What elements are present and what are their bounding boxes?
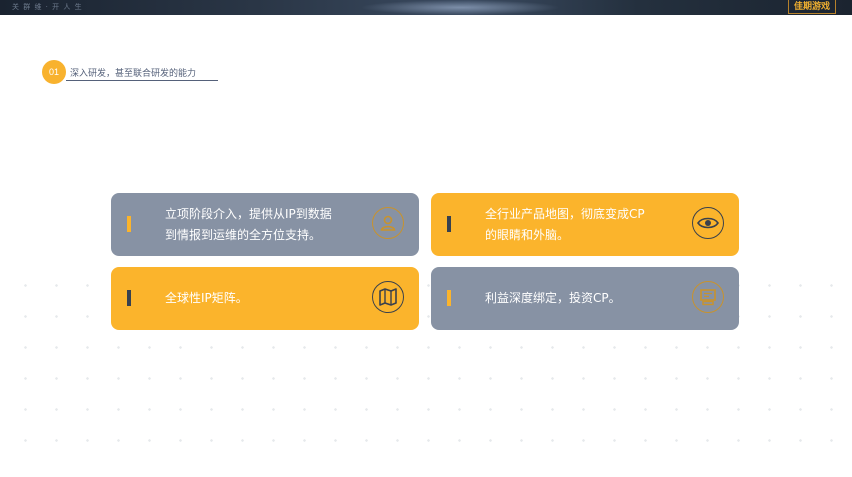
card-text-line1: 利益深度绑定，投资CP。 xyxy=(485,291,621,305)
feature-card-industry-map: 全行业产品地图，彻底变成CP 的眼睛和外脑。 xyxy=(431,193,739,256)
top-banner: 关 群 维 · 开 人 生 佳期游戏 xyxy=(0,0,852,15)
feature-card-ip-support: 立项阶段介入，提供从IP到数据 到情报到运维的全方位支持。 xyxy=(111,193,419,256)
banner-glow xyxy=(360,0,560,15)
section-number-badge: 01 xyxy=(42,60,66,84)
section-underline xyxy=(66,80,218,81)
card-accent-bar xyxy=(127,290,131,306)
brand-logo: 佳期游戏 xyxy=(787,0,836,14)
feature-card-investment: 利益深度绑定，投资CP。 xyxy=(431,267,739,330)
feature-card-ip-matrix: 全球性IP矩阵。 xyxy=(111,267,419,330)
card-accent-bar xyxy=(447,216,451,232)
eye-icon xyxy=(692,207,724,239)
card-text-line2: 的眼睛和外脑。 xyxy=(485,228,570,242)
person-icon xyxy=(372,207,404,239)
card-text-line1: 全行业产品地图，彻底变成CP xyxy=(485,207,645,221)
map-icon xyxy=(372,281,404,313)
card-text-line1: 全球性IP矩阵。 xyxy=(165,291,248,305)
card-accent-bar xyxy=(127,216,131,232)
card-text-line1: 立项阶段介入，提供从IP到数据 xyxy=(165,207,332,221)
banner-faint-text: 关 群 维 · 开 人 生 xyxy=(12,3,83,11)
card-accent-bar xyxy=(447,290,451,306)
card-text-line2: 到情报到运维的全方位支持。 xyxy=(165,228,322,242)
computer-icon xyxy=(692,281,724,313)
section-title: 深入研发，甚至联合研发的能力 xyxy=(70,69,197,79)
